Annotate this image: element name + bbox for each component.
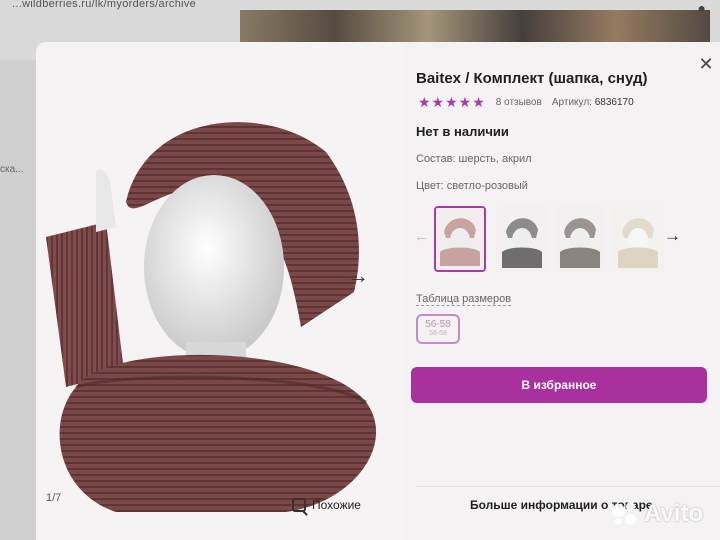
product-modal: ✕ → 1/7 Похожие Baitex / Комплект (шапка… (36, 42, 720, 540)
product-title: Baitex / Комплект (шапка, снуд) (416, 70, 648, 87)
stock-status: Нет в наличии (416, 124, 509, 139)
swatch-gray[interactable] (496, 206, 548, 272)
similar-button-label: Похожие (312, 498, 361, 512)
reviews-link[interactable]: 8 отзывов (496, 97, 542, 108)
background-side-text: ска... (0, 164, 24, 175)
background-banner (240, 10, 710, 42)
swatch-next-arrow-icon[interactable]: → (664, 226, 681, 246)
product-image-area: → 1/7 Похожие (36, 42, 404, 540)
swatch-gray-image (496, 206, 548, 272)
article-value: 6836170 (594, 97, 634, 108)
divider (416, 486, 720, 487)
avito-watermark: Avito (612, 500, 703, 528)
rating-stars-icon: ★★★★★ (418, 94, 486, 110)
color-text: Цвет: светло-розовый (416, 180, 528, 192)
avito-watermark-text: Avito (644, 500, 704, 527)
size-main-label: 56-58 (425, 319, 451, 330)
image-next-arrow-icon[interactable]: → (346, 264, 370, 288)
swatch-light-pink-image (436, 208, 484, 270)
swatch-light-pink[interactable] (434, 206, 486, 272)
article-label: Артикул: (551, 97, 592, 108)
add-to-favorites-button[interactable]: В избранное (411, 367, 707, 403)
image-counter: 1/7 (46, 492, 62, 504)
swatch-gray-beige-image (554, 206, 606, 272)
composition-text: Состав: шерсть, акрил (416, 153, 532, 165)
similar-button[interactable]: Похожие (292, 492, 361, 518)
product-info: Baitex / Комплект (шапка, снуд) ★★★★★ 8 … (411, 42, 720, 540)
swatch-prev-arrow-icon[interactable]: ← (414, 228, 429, 245)
article-number: Артикул: 6836170 (552, 97, 634, 108)
swatch-gray-beige[interactable] (554, 206, 606, 272)
color-swatches: ← → (414, 202, 716, 272)
size-sub-label: 56-58 (429, 330, 447, 337)
size-table-link[interactable]: Таблица размеров (416, 293, 512, 306)
background-left-column (0, 60, 36, 540)
rating-row: ★★★★★ 8 отзывов Артикул: 6836170 (418, 94, 634, 111)
swatch-milk[interactable] (612, 206, 664, 272)
swatch-milk-image (612, 206, 664, 272)
product-photo (36, 42, 404, 540)
avito-logo-icon (612, 502, 638, 526)
background-cart-icon: ● (697, 0, 706, 16)
size-option[interactable]: 56-58 56-58 (416, 314, 460, 344)
similar-search-icon (292, 498, 306, 512)
browser-url-text: ...wildberries.ru/lk/myorders/archive (12, 0, 197, 10)
